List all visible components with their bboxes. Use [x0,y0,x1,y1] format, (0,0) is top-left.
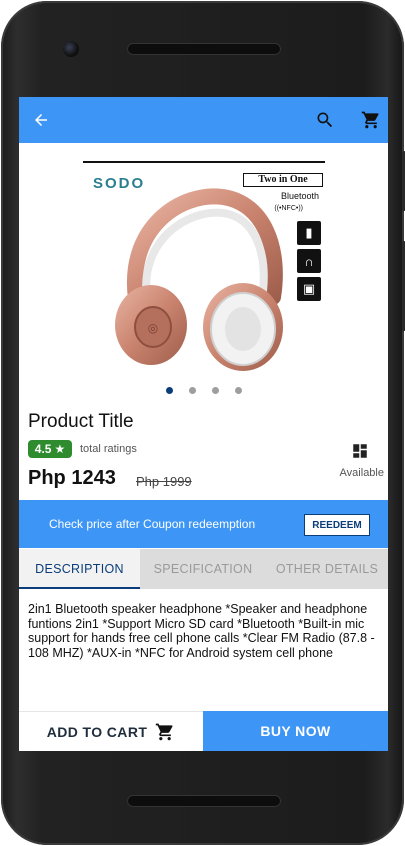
price: Php 1243 [28,467,116,489]
cart-icon [156,723,173,740]
add-to-cart-label: ADD TO CART [46,723,148,740]
top-speaker [127,43,281,55]
tab-description[interactable]: DESCRIPTION [19,549,140,589]
product-image[interactable]: SODO Two in One Bluetooth ((•NFC•)) ▮ ∩ … [83,161,325,371]
cart-icon [361,111,379,129]
headphones-illustration: ◎ [115,188,283,371]
two-in-one-badge: Two in One [243,173,323,187]
coupon-banner: Check price after Coupon redeemption REE… [19,500,388,548]
bottom-speaker [127,795,281,807]
front-camera [63,41,79,57]
detail-tabs: DESCRIPTION SPECIFICATION OTHER DETAILS [19,549,388,589]
grid-icon [353,444,367,458]
buy-now-button[interactable]: BUY NOW [203,711,388,751]
bottom-action-bar: ADD TO CART BUY NOW [19,711,388,751]
carousel-dot[interactable] [188,387,196,394]
coupon-text: Check price after Coupon redeemption [49,517,256,531]
carousel-dot[interactable] [234,387,242,394]
carousel-dots [19,387,388,394]
tab-other-details[interactable]: OTHER DETAILS [266,549,388,589]
arrow-left-icon [35,114,47,126]
search-button[interactable] [305,97,345,143]
tab-specification[interactable]: SPECIFICATION [140,549,266,589]
carousel-dot[interactable] [165,387,173,394]
back-button[interactable] [21,97,61,143]
redeem-button[interactable]: REEDEEM [304,514,370,536]
rating-label: total ratings [80,443,137,455]
product-description: 2in1 Bluetooth speaker headphone *Speake… [28,602,375,660]
add-to-cart-button[interactable]: ADD TO CART [19,711,203,751]
headphone-mode-icon: ∩ [297,249,321,273]
app-bar [19,97,388,143]
svg-text:◎: ◎ [148,321,158,335]
phone-frame: SODO Two in One Bluetooth ((•NFC•)) ▮ ∩ … [1,1,405,845]
sd-card-icon: ▮ [297,221,321,245]
rating-value: 4.5 [34,442,52,456]
original-price: Php 1999 [136,474,192,489]
cart-button[interactable] [351,97,388,143]
availability-status: Available [339,467,384,479]
radio-icon: ▣ [297,277,321,301]
rating-badge: 4.5 ★ [28,440,72,458]
app-screen: SODO Two in One Bluetooth ((•NFC•)) ▮ ∩ … [19,97,388,751]
star-icon: ★ [54,442,66,456]
product-title: Product Title [28,411,134,432]
carousel-dot[interactable] [211,387,219,394]
search-icon [317,112,333,128]
